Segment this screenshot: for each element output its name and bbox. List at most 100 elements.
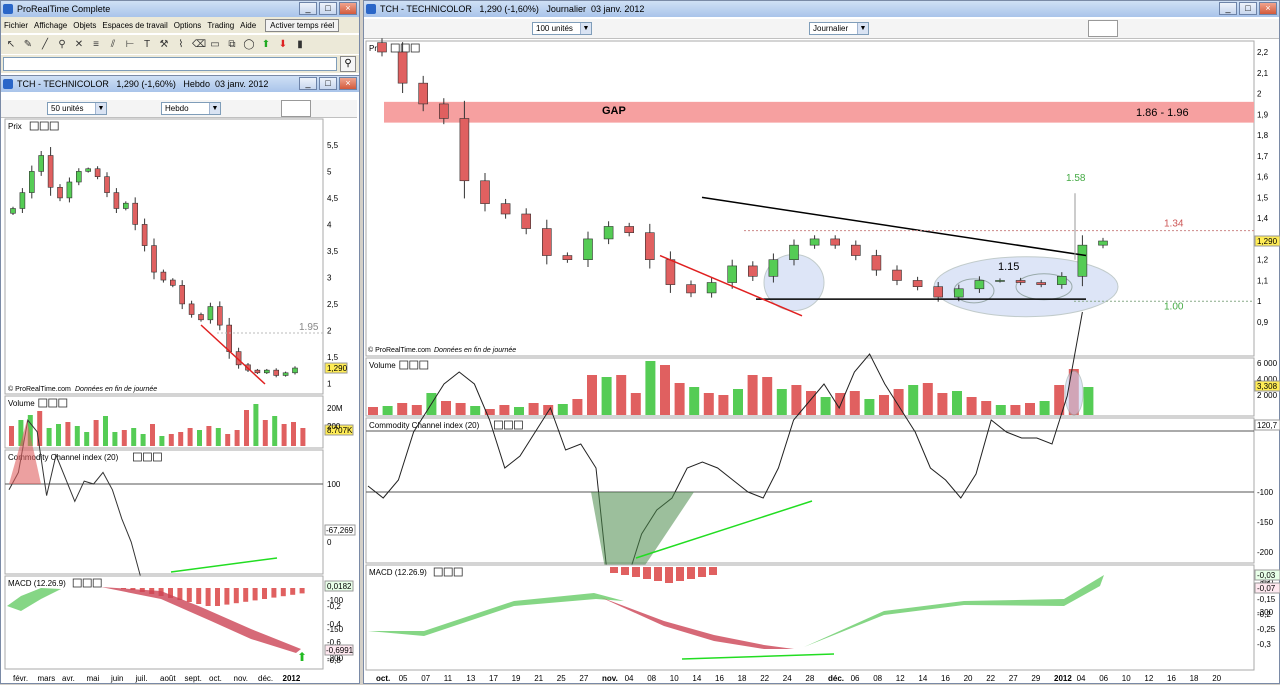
weekly-volume-bar bbox=[84, 432, 90, 446]
weekly-macd-hist bbox=[205, 588, 211, 606]
daily-macd-tag1-text: -0,03 bbox=[1257, 571, 1276, 580]
daily-candle bbox=[1056, 276, 1067, 285]
daily-price-tick: 1,5 bbox=[1257, 193, 1269, 202]
daily-volume-wrench-icon bbox=[399, 360, 409, 370]
weekly-price-tick: 5 bbox=[327, 167, 332, 176]
weekly-volume-bar bbox=[93, 420, 99, 446]
daily-volume-bar bbox=[952, 391, 962, 415]
weekly-month-label: mars bbox=[38, 674, 56, 683]
daily-candle bbox=[603, 226, 614, 240]
daily-candle bbox=[768, 259, 779, 277]
daily-macd-tick: -0,2 bbox=[1257, 610, 1271, 619]
daily-date-label: 22 bbox=[986, 674, 995, 683]
daily-macd-tick: -0,3 bbox=[1257, 640, 1271, 649]
weekly-volume-bar bbox=[178, 432, 184, 446]
weekly-price-tick: 4 bbox=[327, 220, 332, 229]
weekly-price-close-icon bbox=[49, 121, 59, 131]
daily-candle bbox=[377, 42, 387, 53]
weekly-volume-wrench-icon bbox=[38, 398, 48, 408]
daily-volume-bar bbox=[601, 377, 612, 415]
daily-115-label: 1.15 bbox=[998, 261, 1019, 273]
weekly-month-label: 2012 bbox=[283, 674, 301, 683]
daily-price-tick: 1,9 bbox=[1257, 110, 1269, 119]
weekly-month-label: avr. bbox=[62, 674, 75, 683]
daily-gap-zone bbox=[384, 101, 1254, 123]
weekly-month-label: oct. bbox=[209, 674, 222, 683]
weekly-candle bbox=[38, 155, 45, 172]
weekly-candle bbox=[123, 202, 129, 209]
daily-price-tick: 2,2 bbox=[1257, 48, 1269, 57]
daily-134-label: 1.34 bbox=[1164, 219, 1184, 230]
daily-volume-bar bbox=[499, 405, 510, 415]
daily-date-label: 10 bbox=[1122, 674, 1131, 683]
weekly-price-tick: 1,5 bbox=[327, 353, 339, 362]
weekly-cci-tag-text: -67,269 bbox=[326, 526, 354, 535]
daily-candle bbox=[995, 280, 1005, 282]
daily-volume-bar bbox=[966, 397, 977, 415]
weekly-price-tick: 3,5 bbox=[327, 247, 339, 256]
daily-price-wrench-icon bbox=[390, 43, 400, 53]
weekly-candle bbox=[132, 202, 138, 225]
daily-candle bbox=[974, 280, 985, 290]
weekly-macd-window-icon bbox=[82, 578, 92, 588]
daily-volume-bar bbox=[645, 361, 656, 415]
daily-macd-tag2-text: -0,07 bbox=[1257, 584, 1276, 593]
weekly-month-label: août bbox=[160, 674, 176, 683]
weekly-candle bbox=[207, 306, 214, 321]
weekly-volume-bar bbox=[159, 436, 165, 446]
daily-cci-tick: -100 bbox=[1257, 488, 1274, 497]
daily-candle bbox=[953, 288, 964, 298]
weekly-volume-bar bbox=[225, 434, 231, 446]
daily-macd-wrench-icon bbox=[433, 567, 443, 577]
daily-date-label: 05 bbox=[399, 674, 408, 683]
daily-macd-hist bbox=[698, 567, 706, 577]
daily-volume-bar bbox=[849, 391, 860, 415]
daily-158-label: 1.58 bbox=[1066, 173, 1086, 184]
weekly-volume-window-icon bbox=[48, 398, 58, 408]
daily-volume-bar bbox=[543, 405, 554, 415]
daily-cci-label: Commodity Channel index (20) bbox=[369, 421, 480, 430]
weekly-cci-tick: 100 bbox=[327, 480, 341, 489]
weekly-candle bbox=[85, 168, 91, 172]
weekly-candle bbox=[104, 176, 110, 193]
daily-date-label: 12 bbox=[1144, 674, 1153, 683]
daily-volume-bar bbox=[572, 399, 583, 415]
daily-candle bbox=[850, 244, 861, 256]
daily-volume-bar bbox=[995, 405, 1006, 415]
weekly-macd-close-icon bbox=[92, 578, 102, 588]
weekly-volume-bar bbox=[291, 422, 296, 446]
daily-volume-bar bbox=[689, 387, 700, 415]
daily-date-label: 14 bbox=[692, 674, 701, 683]
daily-date-label: 08 bbox=[873, 674, 882, 683]
daily-volume-bar bbox=[981, 401, 992, 415]
weekly-macd-tag2-text: -0,6991 bbox=[326, 646, 354, 655]
daily-date-label: 27 bbox=[579, 674, 588, 683]
daily-date-label: 11 bbox=[444, 674, 453, 683]
daily-volume-bar bbox=[1025, 403, 1035, 415]
weekly-price-window-icon bbox=[39, 121, 49, 131]
weekly-price-tick: 3 bbox=[327, 273, 332, 282]
weekly-macd-hist bbox=[271, 588, 277, 598]
daily-candle bbox=[500, 203, 511, 215]
daily-macd-hist bbox=[665, 567, 673, 583]
weekly-candle bbox=[151, 245, 157, 273]
daily-cci-tag-text: 120,7 bbox=[1257, 421, 1278, 430]
weekly-volume-close-icon bbox=[58, 398, 68, 408]
weekly-candle bbox=[47, 155, 54, 188]
weekly-candle bbox=[170, 279, 176, 286]
daily-chart-window: TCH - TECHNICOLOR 1,290 (-1,60%) Journal… bbox=[363, 0, 1280, 684]
weekly-macd-hist bbox=[262, 588, 267, 599]
weekly-volume-bar bbox=[140, 434, 146, 446]
weekly-macd-tag1-text: 0,0182 bbox=[327, 582, 352, 591]
daily-cci-close-icon bbox=[513, 420, 523, 430]
weekly-volume-bar bbox=[65, 422, 71, 446]
weekly-candle bbox=[94, 168, 101, 177]
weekly-volume-bar bbox=[150, 424, 155, 446]
daily-footer: © ProRealTime.com bbox=[368, 346, 431, 354]
daily-volume-bar bbox=[762, 377, 773, 415]
weekly-footer-note: Données en fin de journée bbox=[75, 386, 157, 393]
daily-date-label: 18 bbox=[738, 674, 747, 683]
daily-date-label: 21 bbox=[534, 674, 543, 683]
daily-volume-tick: 6 000 bbox=[1257, 359, 1278, 368]
weekly-candle bbox=[10, 208, 16, 214]
